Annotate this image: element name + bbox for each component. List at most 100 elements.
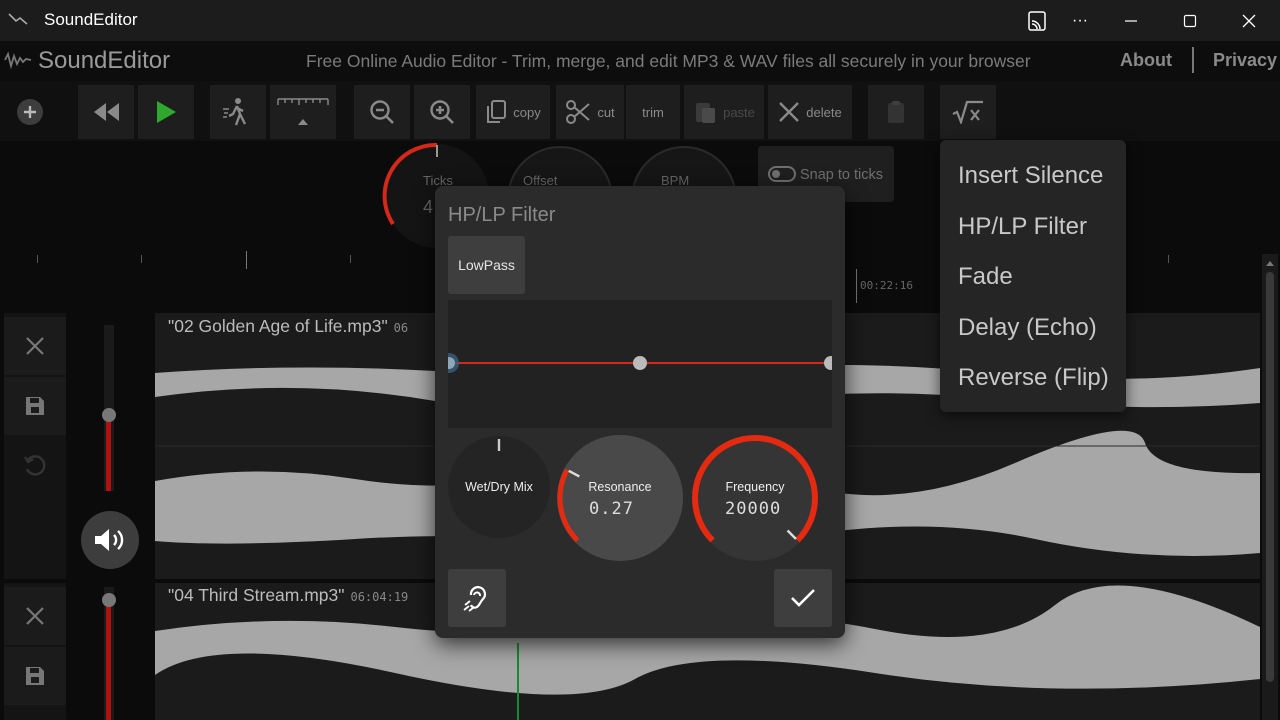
- preview-button[interactable]: [448, 569, 506, 627]
- waveform-logo-icon: [4, 51, 32, 69]
- scroll-up-icon[interactable]: [1262, 256, 1278, 272]
- remove-track-button[interactable]: [4, 317, 66, 375]
- paste-icon: [696, 103, 716, 123]
- clipboard-icon: [888, 101, 904, 123]
- remove-track-button[interactable]: [4, 587, 66, 645]
- knobs-svg: [448, 435, 818, 561]
- apply-button[interactable]: [774, 569, 832, 627]
- frequency-value: 20000: [725, 499, 782, 519]
- scrollbar-thumb[interactable]: [1266, 272, 1274, 682]
- play-icon: [157, 101, 176, 123]
- ruler-button[interactable]: [270, 85, 336, 139]
- function-icon: [952, 100, 983, 124]
- track-2-duration: 06:04:19: [350, 590, 409, 604]
- hearing-icon: [463, 586, 486, 612]
- ruler-tick: [246, 251, 247, 269]
- volume-button[interactable]: [81, 511, 139, 569]
- delete-x-icon: [779, 102, 800, 122]
- zoom-in-button[interactable]: [414, 85, 470, 139]
- menu-item-delay-echo[interactable]: Delay (Echo): [958, 314, 1097, 342]
- paste-button[interactable]: paste: [684, 85, 764, 139]
- menu-item-hp-lp-filter[interactable]: HP/LP Filter: [958, 213, 1087, 241]
- undo-button[interactable]: [4, 437, 66, 495]
- delete-label: delete: [806, 104, 842, 120]
- nav-privacy[interactable]: Privacy: [1213, 50, 1277, 71]
- copy-button[interactable]: copy: [476, 85, 550, 139]
- resonance-knob[interactable]: [557, 435, 683, 561]
- volume-fader[interactable]: [102, 587, 116, 720]
- fader-fill: [106, 595, 111, 720]
- walking-icon: [223, 98, 247, 126]
- track-2-title: "04 Third Stream.mp3" 06:04:19: [168, 585, 408, 606]
- ruler-tick: [37, 255, 38, 263]
- add-icon: [17, 99, 43, 125]
- tagline: Free Online Audio Editor - Trim, merge, …: [306, 51, 1031, 71]
- filter-mode-button[interactable]: LowPass: [448, 236, 525, 294]
- cut-label: cut: [597, 104, 615, 120]
- wet-dry-mix-label: Wet/Dry Mix: [465, 480, 533, 494]
- app-header: SoundEditor Free Online Audio Editor - T…: [0, 41, 1280, 81]
- track-1-controls: [4, 313, 66, 579]
- resonance-label: Resonance: [588, 480, 652, 494]
- track-2-name: "04 Third Stream.mp3": [168, 585, 345, 605]
- resonance-value: 0.27: [589, 499, 634, 519]
- cut-button[interactable]: cut: [556, 85, 624, 139]
- frequency-knob[interactable]: [692, 435, 818, 561]
- close-icon: [26, 607, 44, 625]
- close-icon: [26, 337, 44, 355]
- save-track-button[interactable]: [4, 377, 66, 435]
- menu-item-reverse-flip[interactable]: Reverse (Flip): [958, 364, 1109, 392]
- frequency-label: Frequency: [725, 480, 785, 494]
- checkmark-icon: [791, 589, 815, 607]
- clipboard-button[interactable]: [868, 85, 924, 139]
- delete-button[interactable]: delete: [768, 85, 852, 139]
- track-1-title: "02 Golden Age of Life.mp3" 06: [168, 316, 408, 337]
- ruler-tick: [856, 269, 857, 303]
- save-icon: [26, 397, 44, 415]
- copy-label: copy: [513, 104, 541, 120]
- zoom-out-button[interactable]: [354, 85, 410, 139]
- paste-label: paste: [723, 104, 755, 120]
- brand-name: SoundEditor: [38, 47, 171, 74]
- track-1-duration: 06: [393, 321, 409, 335]
- scissors-icon: [566, 100, 590, 124]
- undo-icon: [23, 455, 46, 476]
- play-button[interactable]: [138, 85, 194, 139]
- close-icon[interactable]: [1220, 0, 1278, 41]
- track-1-name: "02 Golden Age of Life.mp3": [168, 316, 388, 336]
- add-button[interactable]: [4, 85, 56, 139]
- speaker-icon: [95, 529, 124, 551]
- volume-fader[interactable]: [102, 325, 116, 491]
- zoom-out-icon: [370, 100, 394, 124]
- effects-menu: Insert Silence HP/LP Filter Fade Delay (…: [940, 140, 1126, 412]
- fader-knob[interactable]: [102, 593, 116, 607]
- fader-knob[interactable]: [102, 408, 116, 422]
- dialog-title: HP/LP Filter: [448, 204, 556, 226]
- toggle-switch-icon: [768, 166, 796, 182]
- window-titlebar: SoundEditor ···: [0, 0, 1280, 41]
- maximize-icon[interactable]: [1161, 0, 1219, 41]
- save-track-button[interactable]: [4, 647, 66, 705]
- nav-about[interactable]: About: [1120, 50, 1172, 71]
- ruler-icon: [277, 98, 329, 125]
- walk-mode-button[interactable]: [210, 85, 266, 139]
- trim-button[interactable]: trim: [626, 85, 680, 139]
- toolbar: copy cut trim paste delete: [0, 81, 1280, 141]
- menu-item-fade[interactable]: Fade: [958, 263, 1013, 291]
- minimize-icon[interactable]: [1102, 0, 1160, 41]
- rewind-button[interactable]: [78, 85, 134, 139]
- effects-button[interactable]: [940, 85, 996, 139]
- app-icon: [8, 13, 28, 25]
- curve-handle-mid[interactable]: [633, 356, 647, 370]
- save-icon: [26, 667, 44, 685]
- copy-icon: [487, 100, 507, 123]
- filter-curve-graph[interactable]: [439, 300, 838, 428]
- filter-curve-svg: [439, 353, 838, 373]
- nav-separator: [1192, 47, 1194, 73]
- ruler-tick: [1168, 255, 1169, 263]
- curve-handle-end[interactable]: [824, 356, 838, 370]
- menu-item-insert-silence[interactable]: Insert Silence: [958, 162, 1103, 190]
- window-title: SoundEditor: [44, 10, 138, 29]
- more-icon[interactable]: ···: [1051, 0, 1109, 41]
- track-2-controls: [4, 583, 66, 720]
